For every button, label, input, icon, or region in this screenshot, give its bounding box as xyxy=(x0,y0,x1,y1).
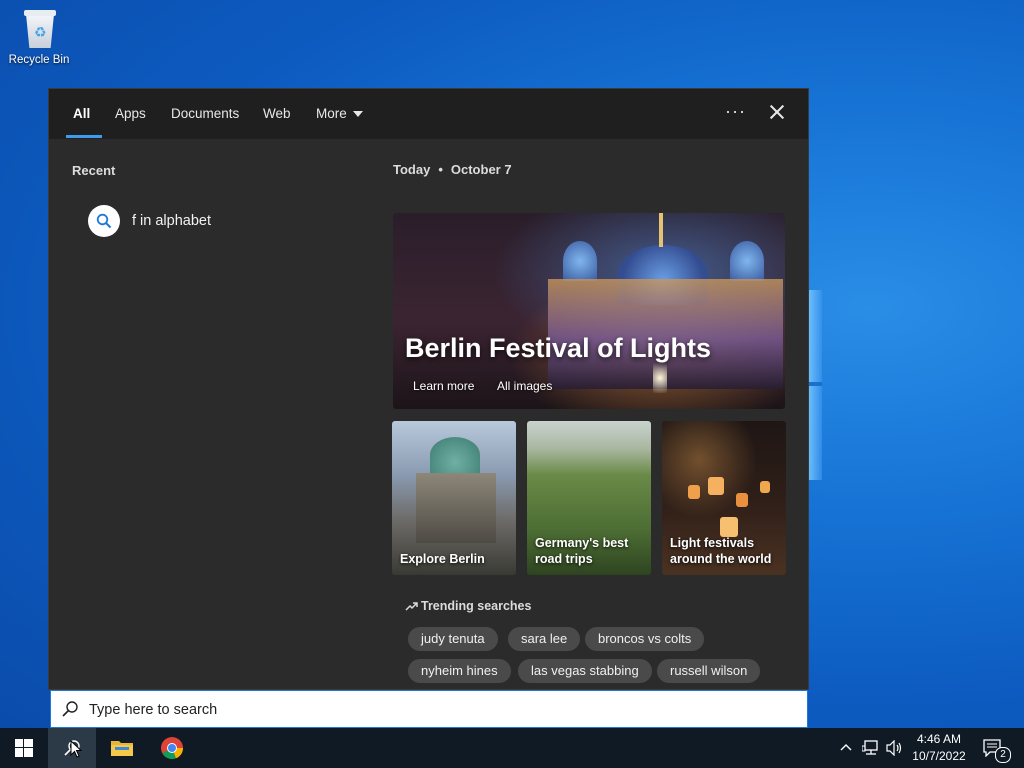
tab-all[interactable]: All xyxy=(73,106,90,121)
active-tab-indicator xyxy=(66,135,102,138)
mouse-cursor-icon xyxy=(70,740,82,758)
show-hidden-icons-button[interactable] xyxy=(838,728,854,768)
recycle-bin-shortcut[interactable]: ♻ Recycle Bin xyxy=(8,8,70,66)
search-panel-header: All Apps Documents Web More ··· xyxy=(49,89,808,139)
trending-icon xyxy=(405,602,418,611)
desktop-light-decoration xyxy=(808,290,822,480)
tab-more-label: More xyxy=(316,106,347,121)
hero-title: Berlin Festival of Lights xyxy=(405,333,712,363)
windows-icon xyxy=(15,739,33,757)
taskbar-search-box[interactable] xyxy=(50,690,808,728)
clock-date: 10/7/2022 xyxy=(912,749,966,763)
volume-button[interactable] xyxy=(884,728,906,768)
trending-title: Trending searches xyxy=(421,599,532,613)
tab-more[interactable]: More xyxy=(316,106,363,121)
card-explore-berlin[interactable]: Explore Berlin xyxy=(392,421,516,575)
recycle-bin-label: Recycle Bin xyxy=(8,54,70,66)
speaker-icon xyxy=(886,740,902,756)
recent-heading: Recent xyxy=(72,163,116,178)
recent-search-text: f in alphabet xyxy=(132,213,212,229)
today-date: October 7 xyxy=(450,162,512,177)
search-panel: All Apps Documents Web More ··· Recent f… xyxy=(48,88,809,690)
search-icon xyxy=(88,205,120,237)
start-button[interactable] xyxy=(0,728,48,768)
close-icon[interactable] xyxy=(767,102,787,122)
trending-chip[interactable]: broncos vs colts xyxy=(585,627,705,651)
taskbar: 4:46 AM 10/7/2022 2 xyxy=(0,728,1024,768)
hero-card[interactable]: Berlin Festival of Lights Learn more All… xyxy=(393,213,785,409)
network-icon xyxy=(862,740,878,755)
search-icon xyxy=(62,701,78,717)
search-taskbar-button[interactable] xyxy=(48,728,96,768)
tab-web[interactable]: Web xyxy=(263,106,291,121)
card-road-trips[interactable]: Germany's best road trips xyxy=(527,421,651,575)
card-light-festivals[interactable]: Light festivals around the world xyxy=(662,421,786,575)
today-header: Today • October 7 xyxy=(393,162,512,177)
ellipsis-icon[interactable]: ··· xyxy=(725,101,746,122)
trending-chip[interactable]: sara lee xyxy=(508,627,581,651)
notification-count-badge: 2 xyxy=(995,747,1011,763)
trending-chip[interactable]: russell wilson xyxy=(657,659,761,683)
trending-chip[interactable]: nyheim hines xyxy=(408,659,511,683)
card-label: Germany's best road trips xyxy=(535,536,629,566)
chrome-button[interactable] xyxy=(148,728,196,768)
today-label: Today xyxy=(393,162,431,177)
tab-apps[interactable]: Apps xyxy=(115,106,146,121)
trending-chip[interactable]: judy tenuta xyxy=(408,627,498,651)
trending-heading: Trending searches xyxy=(405,599,531,613)
card-label: Explore Berlin xyxy=(400,552,485,566)
action-center-button[interactable]: 2 xyxy=(978,728,1012,768)
learn-more-link[interactable]: Learn more xyxy=(413,379,474,393)
trending-chip[interactable]: las vegas stabbing xyxy=(518,659,652,683)
search-input[interactable] xyxy=(87,698,791,722)
today-separator: • xyxy=(438,162,443,177)
network-button[interactable] xyxy=(860,728,882,768)
chevron-up-icon xyxy=(840,744,852,751)
all-images-link[interactable]: All images xyxy=(497,379,552,393)
tab-documents[interactable]: Documents xyxy=(171,106,239,121)
system-clock[interactable]: 4:46 AM 10/7/2022 xyxy=(904,731,974,765)
folder-icon xyxy=(111,741,133,756)
clock-time: 4:46 AM xyxy=(916,732,962,746)
chrome-icon xyxy=(161,737,184,760)
file-explorer-button[interactable] xyxy=(98,728,146,768)
chevron-down-icon xyxy=(352,111,363,118)
cathedral-photo xyxy=(430,437,480,473)
recycle-bin-icon: ♻ xyxy=(22,8,56,50)
recent-search-item[interactable]: f in alphabet xyxy=(88,205,328,237)
card-label: Light festivals around the world xyxy=(670,536,772,566)
